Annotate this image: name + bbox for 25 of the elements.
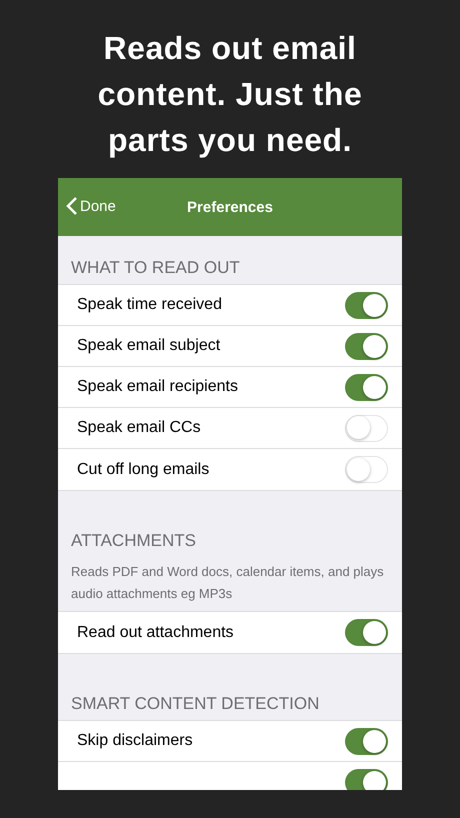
- toggle-switch[interactable]: [345, 769, 388, 790]
- toggle-switch[interactable]: [345, 292, 388, 318]
- setting-label: Cut off long emails: [77, 460, 210, 478]
- back-button[interactable]: Done: [66, 196, 116, 216]
- chevron-left-icon: [66, 196, 78, 216]
- headline: content. Just the: [98, 75, 362, 114]
- toggle-switch[interactable]: [345, 374, 388, 400]
- headline: Reads out email: [104, 29, 356, 68]
- setting-label: Speak email CCs: [77, 419, 201, 437]
- setting-label: Read out attachments: [77, 624, 234, 642]
- toggle-switch[interactable]: [345, 414, 388, 442]
- toggle-switch[interactable]: [345, 619, 388, 646]
- setting-label: Skip disclaimers: [77, 732, 193, 750]
- headline: parts you need.: [108, 121, 352, 160]
- screen-title: Preferences: [187, 198, 273, 216]
- setting-label: Speak email recipients: [77, 378, 238, 396]
- setting-label: Speak time received: [77, 296, 222, 314]
- section-description: Reads PDF and Word docs, calendar items, and plays audio attachments eg MP3s: [71, 563, 385, 603]
- section-header: ATTACHMENTS: [71, 531, 196, 550]
- section-header: SMART CONTENT DETECTION: [71, 694, 320, 713]
- toggle-switch[interactable]: [345, 332, 388, 360]
- toggle-switch[interactable]: [345, 456, 388, 483]
- section-header: WHAT TO READ OUT: [71, 258, 240, 277]
- setting-label: Speak email subject: [77, 337, 220, 355]
- toggle-switch[interactable]: [345, 728, 388, 754]
